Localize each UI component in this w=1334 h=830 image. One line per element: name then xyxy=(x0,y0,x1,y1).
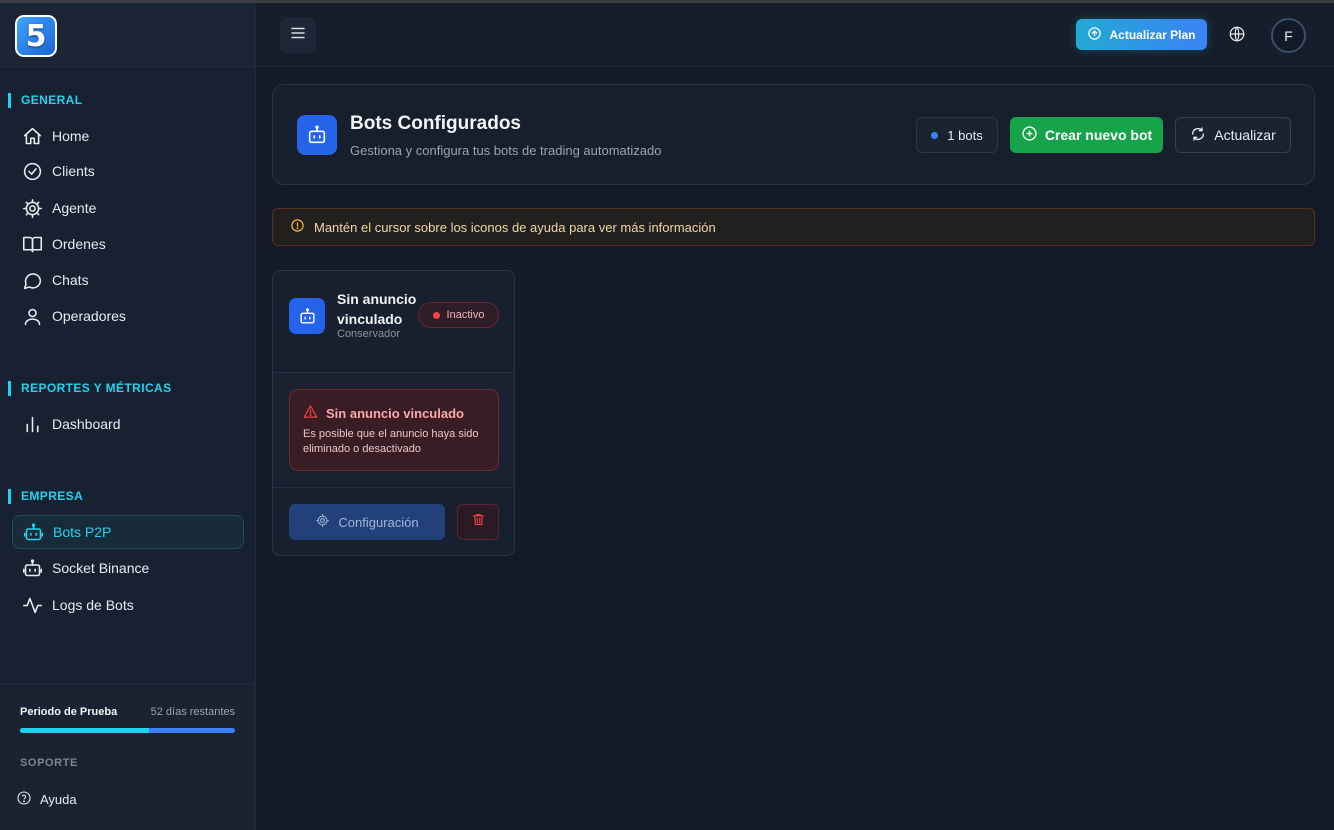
alert-description: Es posible que el anuncio haya sido elim… xyxy=(303,428,479,455)
chat-icon xyxy=(20,268,44,292)
bot-icon xyxy=(21,520,45,544)
sidebar-item-label: Ordenes xyxy=(52,236,106,252)
create-bot-label: Crear nuevo bot xyxy=(1044,127,1153,143)
sidebar-item-operadores[interactable]: Operadores xyxy=(12,299,244,333)
section-title-reportes: REPORTES Y MÉTRICAS xyxy=(8,381,172,396)
sidebar-item-socket-binance[interactable]: Socket Binance xyxy=(12,551,244,585)
sidebar-item-ordenes[interactable]: Ordenes xyxy=(12,227,244,261)
sidebar-item-logs-de-bots[interactable]: Logs de Bots xyxy=(12,588,244,622)
create-bot-button[interactable]: Crear nuevo bot xyxy=(1010,117,1163,153)
logo-area: 5 xyxy=(0,3,255,67)
sidebar-item-chats[interactable]: Chats xyxy=(12,263,244,297)
configuration-button[interactable]: Configuración xyxy=(289,504,445,540)
page-title: Bots Configurados xyxy=(350,113,521,134)
sidebar-footer: Periodo de Prueba 52 días restantes SOPO… xyxy=(0,683,255,830)
arrow-up-circle-icon xyxy=(1087,26,1109,44)
app-logo[interactable]: 5 xyxy=(15,15,57,57)
sidebar-item-label: Home xyxy=(52,128,90,144)
plus-circle-icon xyxy=(1021,125,1045,145)
sidebar: 5 GENERAL Home Clients Agente Ordenes Ch… xyxy=(0,3,256,830)
sidebar-item-label: Chats xyxy=(52,272,89,288)
bot-card-body: Sin anuncio vinculado Es posible que el … xyxy=(273,373,514,488)
trash-icon xyxy=(471,512,486,532)
refresh-icon xyxy=(1190,126,1214,145)
sidebar-item-dashboard[interactable]: Dashboard xyxy=(12,407,244,441)
globe-icon xyxy=(1228,26,1246,47)
warning-triangle-icon xyxy=(303,404,326,422)
sidebar-item-label: Dashboard xyxy=(52,416,121,432)
support-title: SOPORTE xyxy=(20,757,78,769)
check-circle-icon xyxy=(20,159,44,183)
bot-card: Sin anuncio vinculado Conservador Inacti… xyxy=(272,270,515,556)
status-label: Inactivo xyxy=(446,309,485,321)
bots-header-card: Bots Configurados Gestiona y configura t… xyxy=(272,84,1315,185)
upgrade-plan-button[interactable]: Actualizar Plan xyxy=(1076,19,1207,50)
bots-count-badge: 1 bots xyxy=(916,117,998,153)
user-avatar[interactable]: F xyxy=(1271,18,1306,53)
upgrade-plan-label: Actualizar Plan xyxy=(1109,27,1196,42)
section-title-general: GENERAL xyxy=(8,93,82,108)
sidebar-item-label: Logs de Bots xyxy=(52,597,134,613)
help-link[interactable]: Ayuda xyxy=(16,790,77,809)
user-icon xyxy=(20,304,44,328)
bot-icon xyxy=(20,556,44,580)
bot-card-header: Sin anuncio vinculado Conservador Inacti… xyxy=(273,271,514,373)
trial-days-remaining: 52 días restantes xyxy=(150,706,235,718)
activity-icon xyxy=(20,593,44,617)
refresh-button[interactable]: Actualizar xyxy=(1175,117,1291,153)
trial-label: Periodo de Prueba xyxy=(20,706,118,718)
bots-count-label: 1 bots xyxy=(947,127,983,143)
trial-progress-bar xyxy=(20,728,235,733)
home-icon xyxy=(20,124,44,148)
help-label: Ayuda xyxy=(40,792,77,807)
language-button[interactable] xyxy=(1228,25,1248,45)
bot-icon xyxy=(289,298,325,334)
bot-name: Sin anuncio vinculado xyxy=(337,291,417,327)
sidebar-item-label: Clients xyxy=(52,163,95,179)
refresh-label: Actualizar xyxy=(1214,127,1276,143)
trial-progress-fill xyxy=(20,728,149,733)
book-icon xyxy=(20,232,44,256)
help-info-banner: Mantén el cursor sobre los iconos de ayu… xyxy=(272,208,1315,246)
alert-title-text: Sin anuncio vinculado xyxy=(326,405,464,421)
menu-toggle-button[interactable] xyxy=(280,17,316,53)
alert-title: Sin anuncio vinculado xyxy=(303,404,464,422)
gear-icon xyxy=(315,513,338,531)
bot-strategy: Conservador xyxy=(337,328,400,340)
sidebar-item-label: Socket Binance xyxy=(52,560,150,576)
no-ad-alert: Sin anuncio vinculado Es posible que el … xyxy=(289,389,499,471)
info-icon xyxy=(290,218,314,236)
bar-chart-icon xyxy=(20,412,44,436)
status-dot xyxy=(931,131,939,139)
sidebar-item-label: Bots P2P xyxy=(53,524,112,540)
hamburger-icon xyxy=(289,24,307,47)
sidebar-item-agente[interactable]: Agente xyxy=(12,191,244,225)
configuration-label: Configuración xyxy=(338,514,419,530)
info-banner-text: Mantén el cursor sobre los iconos de ayu… xyxy=(314,219,716,235)
section-title-empresa: EMPRESA xyxy=(8,489,83,504)
gear-icon xyxy=(20,196,44,220)
topbar: Actualizar Plan F xyxy=(256,3,1334,67)
delete-bot-button[interactable] xyxy=(457,504,499,540)
status-dot xyxy=(432,311,440,319)
sidebar-item-clients[interactable]: Clients xyxy=(12,154,244,188)
sidebar-item-label: Operadores xyxy=(52,308,126,324)
help-circle-icon xyxy=(16,790,40,809)
sidebar-item-bots-p2p[interactable]: Bots P2P xyxy=(12,515,244,549)
sidebar-item-label: Agente xyxy=(52,200,97,216)
status-badge: Inactivo xyxy=(418,302,499,328)
sidebar-item-home[interactable]: Home xyxy=(12,119,244,153)
page-subtitle: Gestiona y configura tus bots de trading… xyxy=(350,143,662,158)
bot-icon xyxy=(297,115,337,155)
